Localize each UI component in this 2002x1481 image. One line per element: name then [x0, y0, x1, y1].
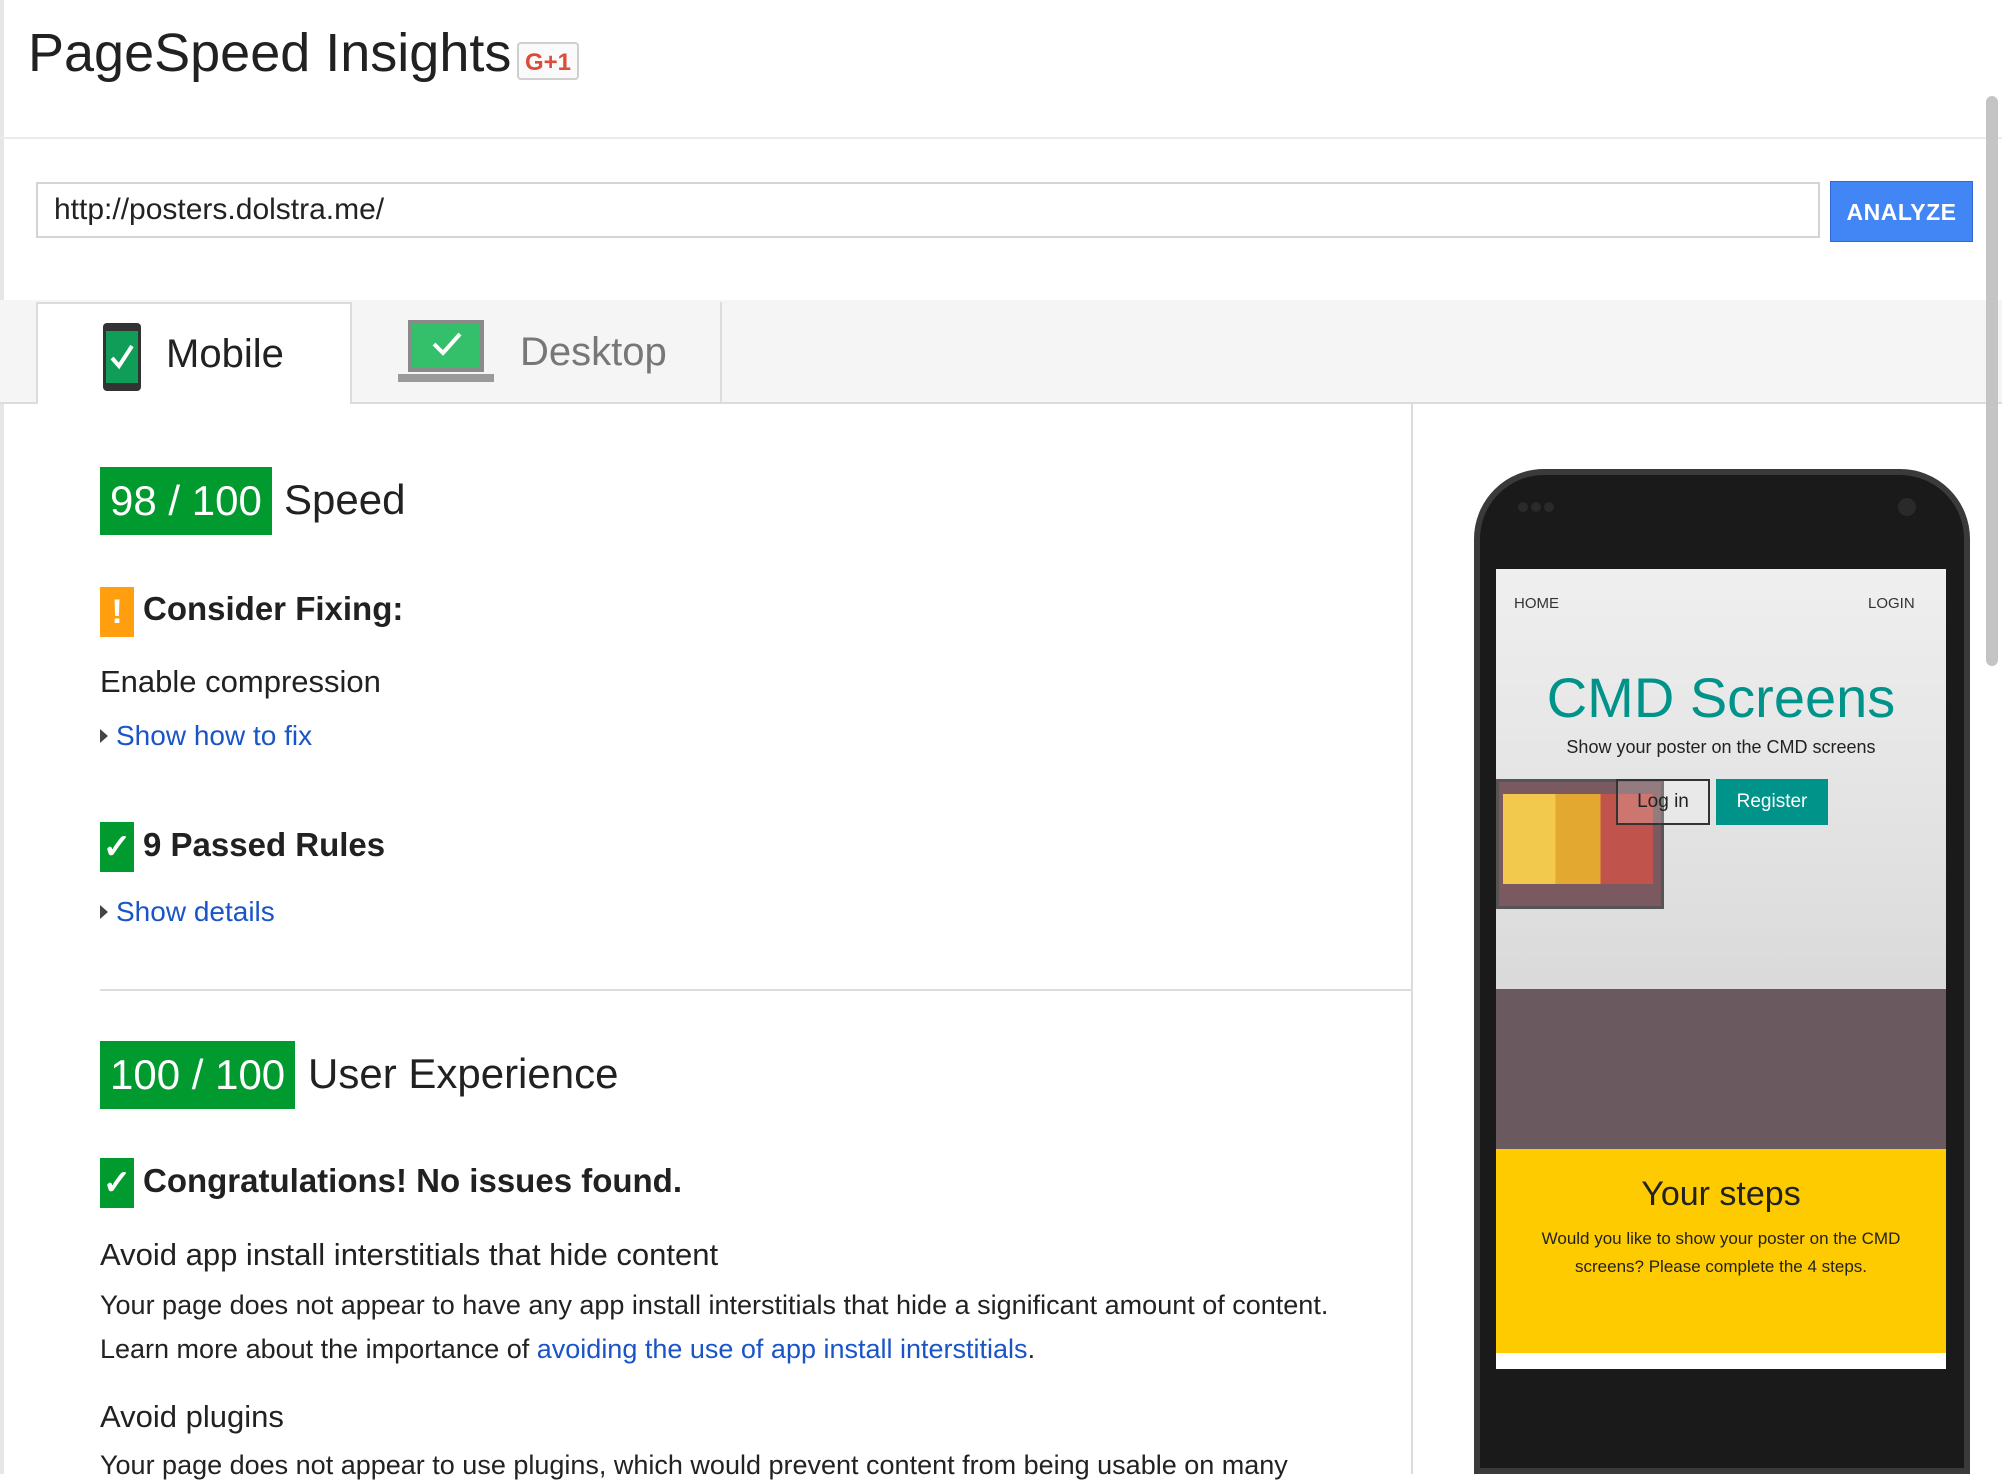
analyze-button[interactable]: ANALYZE [1830, 181, 1973, 242]
rule-enable-compression: Enable compression [100, 664, 381, 699]
show-how-to-fix-label: Show how to fix [116, 720, 313, 751]
user-experience-section-title: User Experience [308, 1050, 619, 1097]
rule-avoid-plugins-title: Avoid plugins [100, 1399, 284, 1434]
rule-avoid-plugins-description: Your page does not appear to use plugins… [100, 1450, 1288, 1480]
scrollbar-thumb[interactable] [1986, 96, 1998, 666]
url-input[interactable] [36, 182, 1820, 238]
mobile-preview-screenshot: HOME LOGIN CMD Screens Show your poster … [1496, 569, 1946, 1369]
page-title: PageSpeed Insights [28, 23, 512, 83]
tab-desktop[interactable]: Desktop [352, 302, 722, 402]
show-details-link[interactable]: Show details [100, 896, 275, 928]
speed-score-badge: 98 / 100 [100, 467, 272, 535]
show-how-to-fix-link[interactable]: Show how to fix [100, 720, 312, 752]
header-divider [0, 137, 2002, 139]
learn-more-prefix: Learn more about the importance of [100, 1334, 537, 1364]
window-left-edge [0, 0, 4, 1474]
preview-site-subtitle: Show your poster on the CMD screens [1566, 737, 1876, 757]
preview-login-button: Log in [1616, 779, 1710, 825]
expand-triangle-icon [100, 904, 108, 919]
rule-app-interstitials-description: Your page does not appear to have any ap… [100, 1290, 1329, 1320]
app-interstitials-link[interactable]: avoiding the use of app install intersti… [537, 1334, 1028, 1364]
check-icon: ✓ [100, 822, 134, 872]
consider-fixing-heading: Consider Fixing: [143, 590, 404, 627]
preview-desk-image [1496, 989, 1946, 1149]
preview-nav-home: HOME [1514, 595, 1559, 612]
user-experience-score-badge: 100 / 100 [100, 1041, 296, 1109]
mobile-phone-check-icon [103, 323, 141, 391]
check-icon: ✓ [100, 1158, 134, 1208]
google-plus-one-button[interactable]: G+1 [517, 42, 579, 80]
rule-app-interstitials-learn-more: Learn more about the importance of avoid… [100, 1334, 1035, 1365]
preview-bottom-strip [1496, 1353, 1946, 1369]
phone-camera-icon [1898, 498, 1916, 516]
learn-more-suffix: . [1027, 1334, 1036, 1364]
rule-app-interstitials-title: Avoid app install interstitials that hid… [100, 1237, 719, 1272]
preview-steps-text: Would you like to show your poster on th… [1541, 1229, 1901, 1276]
speed-section-title: Speed [284, 476, 406, 523]
expand-triangle-icon [100, 728, 108, 743]
congratulations-heading: Congratulations! No issues found. [143, 1162, 683, 1199]
preview-nav-login: LOGIN [1868, 595, 1915, 612]
phone-speaker-icon [1518, 502, 1554, 512]
preview-register-button: Register [1716, 779, 1828, 825]
panel-divider [1411, 404, 1413, 1474]
section-divider [100, 989, 1411, 991]
preview-site-title: CMD Screens [1546, 666, 1896, 729]
tab-mobile-label: Mobile [166, 332, 284, 376]
show-details-label: Show details [116, 896, 275, 927]
laptop-check-icon [398, 320, 494, 382]
preview-steps-title: Your steps [1641, 1175, 1801, 1213]
passed-rules-heading: 9 Passed Rules [143, 826, 386, 863]
tab-mobile[interactable]: Mobile [36, 302, 352, 404]
warning-icon: ! [100, 587, 134, 637]
tab-desktop-label: Desktop [520, 330, 667, 374]
